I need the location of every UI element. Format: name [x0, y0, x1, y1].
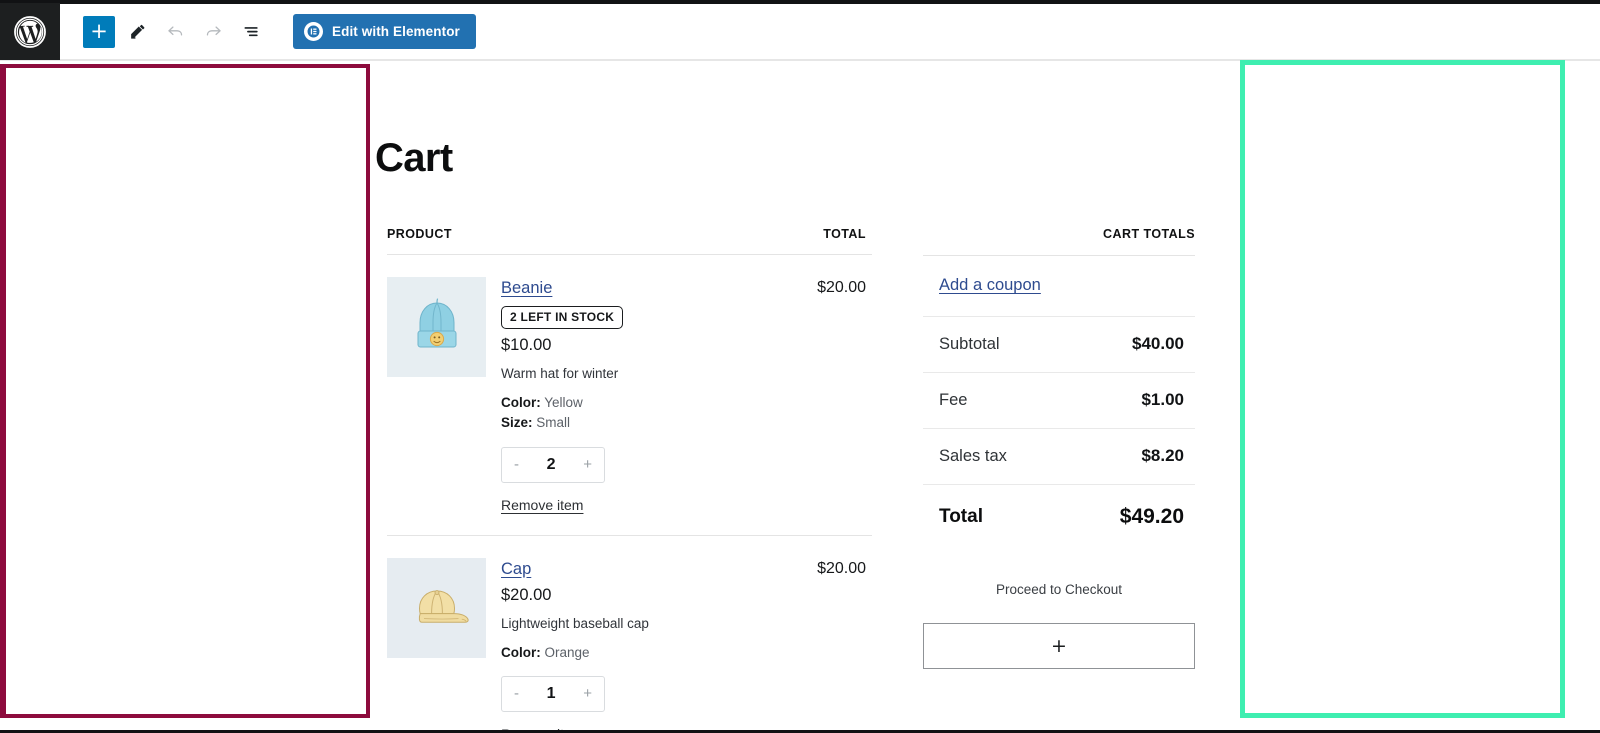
item-attributes: Color: Orange	[501, 643, 872, 663]
item-attributes: Color: Yellow Size: Small	[501, 393, 872, 434]
pencil-icon	[130, 24, 144, 39]
document-outline-button[interactable]	[235, 16, 267, 48]
item-description: Lightweight baseball cap	[501, 615, 649, 631]
table-row: Cap $20.00 $20.00 Lightweight baseball c…	[387, 536, 872, 733]
totals-line-label: Fee	[939, 390, 968, 409]
column-header-product: PRODUCT	[387, 227, 452, 241]
wp-admin-toolbar: + Edit with Elementor	[0, 3, 1600, 61]
totals-line-fee: Fee $1.00	[923, 373, 1195, 429]
edit-with-elementor-label: Edit with Elementor	[332, 24, 460, 39]
grand-total-label: Total	[939, 506, 983, 527]
wordpress-logo[interactable]	[0, 3, 60, 60]
grand-total-value: $49.20	[1119, 505, 1184, 528]
quantity-value[interactable]: 2	[547, 456, 556, 474]
plus-icon: +	[1051, 634, 1067, 657]
annotation-box-left	[0, 64, 370, 718]
list-view-icon	[244, 27, 258, 37]
cart-totals-panel: CART TOTALS Add a coupon Subtotal $40.00…	[923, 227, 1195, 733]
totals-line-subtotal: Subtotal $40.00	[923, 317, 1195, 373]
attribute-value: Small	[536, 415, 571, 431]
totals-line-label: Subtotal	[939, 334, 1000, 353]
product-link[interactable]: Cap	[501, 560, 531, 579]
item-line-total: $20.00	[817, 559, 866, 577]
totals-line-value: $1.00	[1141, 390, 1184, 409]
item-attribute: Color: Orange	[501, 643, 872, 663]
totals-line-grand-total: Total $49.20	[923, 485, 1195, 547]
totals-line-sales-tax: Sales tax $8.20	[923, 429, 1195, 485]
item-attribute: Size: Small	[501, 413, 872, 433]
plus-icon: +	[90, 19, 108, 43]
column-header-total: TOTAL	[823, 227, 866, 241]
cart-items-table: PRODUCT TOTAL Beanie $20.00 2 LEFT IN ST…	[375, 227, 872, 733]
beanie-product-image[interactable]	[387, 277, 486, 377]
attribute-value: Orange	[544, 644, 590, 660]
undo-arrow-icon	[167, 26, 182, 36]
quantity-stepper[interactable]: - 2 +	[501, 446, 605, 483]
edit-with-elementor-button[interactable]: Edit with Elementor	[293, 14, 476, 49]
item-details: Cap $20.00 $20.00 Lightweight baseball c…	[486, 558, 872, 733]
item-description: Warm hat for winter	[501, 366, 619, 381]
editor-tool-group: +	[60, 15, 267, 48]
cap-product-image[interactable]	[387, 557, 486, 658]
add-block-button[interactable]: +	[83, 15, 115, 48]
annotation-box-right	[1240, 60, 1565, 718]
cart-page-content: Cart PRODUCT TOTAL Beanie $20.00 2 LEFT …	[375, 64, 1225, 733]
edit-tool-button[interactable]	[121, 16, 153, 48]
quantity-decrement-button[interactable]: -	[514, 457, 519, 472]
proceed-to-checkout-button[interactable]: Proceed to Checkout	[923, 582, 1195, 597]
item-line-total: $20.00	[817, 279, 866, 296]
table-row: Beanie $20.00 2 LEFT IN STOCK $10.00 War…	[387, 255, 872, 536]
item-details: Beanie $20.00 2 LEFT IN STOCK $10.00 War…	[486, 277, 872, 515]
quantity-increment-button[interactable]: +	[583, 686, 592, 701]
cart-totals-heading: CART TOTALS	[923, 227, 1195, 256]
express-payment-button[interactable]: +	[923, 623, 1195, 669]
quantity-value[interactable]: 1	[547, 685, 556, 703]
totals-line-value: $8.20	[1141, 446, 1184, 465]
product-link[interactable]: Beanie	[501, 279, 552, 298]
redo-arrow-icon	[206, 26, 221, 36]
add-coupon-link[interactable]: Add a coupon	[939, 276, 1041, 294]
item-header: Beanie $20.00	[501, 279, 872, 298]
quantity-increment-button[interactable]: +	[583, 457, 592, 472]
screenshot-root: + Edit with Elementor Cart PRODUCT TOTAL…	[0, 0, 1600, 733]
redo-button[interactable]	[197, 16, 229, 48]
remove-item-link[interactable]: Remove item	[501, 497, 583, 513]
attribute-label: Color:	[501, 395, 541, 410]
quantity-stepper[interactable]: - 1 +	[501, 675, 605, 712]
item-unit-price: $10.00	[501, 336, 552, 354]
item-unit-price: $20.00	[501, 585, 552, 604]
status-badge: 2 LEFT IN STOCK	[501, 306, 624, 329]
attribute-value: Yellow	[544, 395, 583, 410]
elementor-logo-icon	[304, 22, 323, 41]
attribute-label: Size:	[501, 415, 533, 431]
undo-button[interactable]	[159, 16, 191, 48]
page-title: Cart	[375, 136, 453, 180]
coupon-row: Add a coupon	[923, 256, 1195, 317]
totals-line-label: Sales tax	[939, 446, 1007, 465]
cart-items-header-row: PRODUCT TOTAL	[387, 227, 872, 255]
item-attribute: Color: Yellow	[501, 393, 872, 413]
attribute-label: Color:	[501, 644, 541, 660]
quantity-decrement-button[interactable]: -	[514, 686, 519, 701]
cart-layout: PRODUCT TOTAL Beanie $20.00 2 LEFT IN ST…	[375, 227, 1225, 733]
totals-line-value: $40.00	[1132, 334, 1184, 353]
item-header: Cap $20.00	[501, 560, 872, 579]
